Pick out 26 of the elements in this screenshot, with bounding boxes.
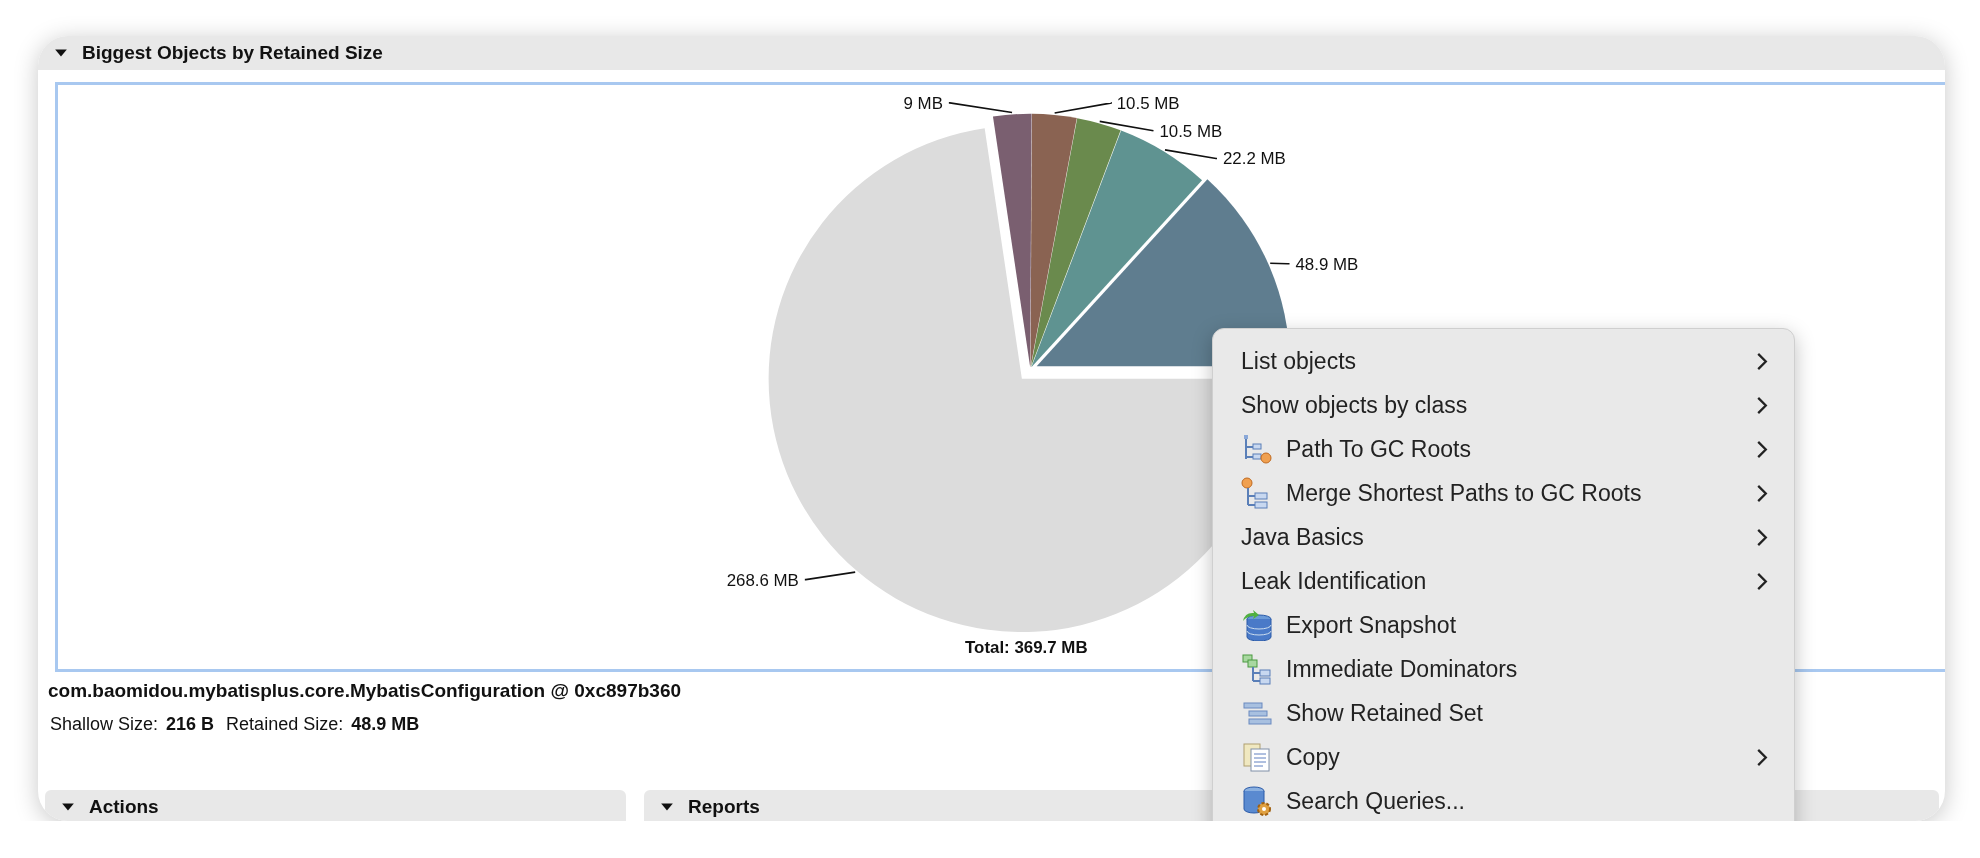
retained-size-label: Retained Size:: [226, 714, 344, 735]
slice-label: 48.9 MB: [1295, 254, 1359, 274]
menu-item-label: List objects: [1241, 347, 1358, 375]
menu-item-label: Show objects by class: [1241, 391, 1469, 419]
menu-item-label: Search Queries...: [1286, 787, 1466, 815]
menu-item-label: Java Basics: [1241, 523, 1365, 551]
slice-label: 10.5 MB: [1116, 93, 1180, 113]
slice-label: 268.6 MB: [726, 570, 799, 590]
menu-item-label: Immediate Dominators: [1286, 655, 1519, 683]
object-name: com.baomidou.mybatisplus.core.MybatisConfiguration @ 0xc897b360: [48, 680, 682, 702]
menu-item-label: Export Snapshot: [1286, 611, 1458, 639]
menu-item-label: Copy: [1286, 743, 1341, 771]
menu-item-label: Merge Shortest Paths to GC Roots: [1286, 479, 1643, 507]
menu-item-label: Path To GC Roots: [1286, 435, 1472, 463]
menu-item-label: Show Retained Set: [1286, 699, 1484, 727]
total-label: Total: 369.7 MB: [965, 638, 1088, 658]
section-title: Actions: [89, 796, 159, 818]
menu-item-label: Leak Identification: [1241, 567, 1428, 595]
slice-label: 10.5 MB: [1159, 121, 1223, 141]
shallow-size-value: 216 B: [166, 714, 215, 735]
slice-label: 22.2 MB: [1223, 149, 1286, 169]
section-title: Reports: [688, 796, 760, 818]
section-title: Biggest Objects by Retained Size: [82, 42, 383, 64]
shallow-size-label: Shallow Size:: [50, 714, 159, 735]
slice-label: 9 MB: [903, 93, 943, 113]
retained-size-value: 48.9 MB: [351, 714, 420, 735]
